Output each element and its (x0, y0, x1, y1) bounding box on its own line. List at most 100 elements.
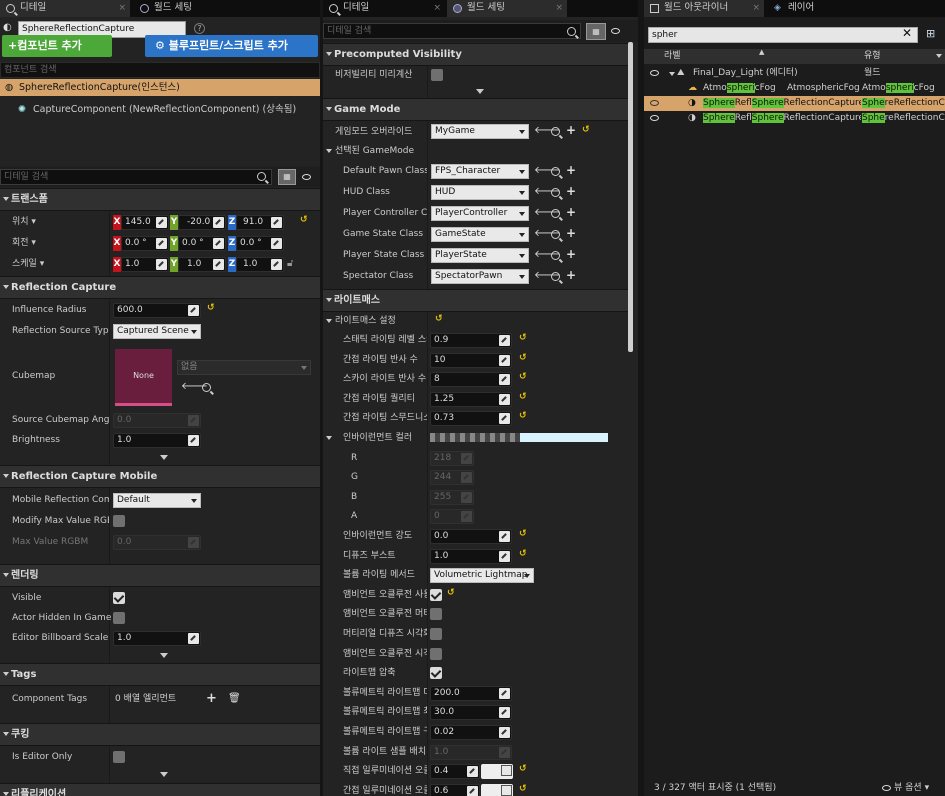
world-search-input[interactable]: 디테일 검색 (323, 23, 581, 39)
category-precomputed[interactable]: Precomputed Visibility (323, 43, 628, 66)
indirect-bounces-field[interactable]: 10 (430, 352, 512, 368)
gamemode-class-dropdown[interactable]: HUD (431, 185, 529, 200)
scale-label[interactable]: 스케일 ▾ (12, 254, 44, 275)
component-search-input[interactable]: 컴포넌트 검색 (0, 62, 320, 78)
browse-icon[interactable] (202, 383, 211, 392)
add-blueprint-button[interactable]: ⚙ 블루프린트/스크립트 추가 (145, 35, 318, 57)
plus-icon[interactable]: + (566, 248, 576, 260)
column-type-header[interactable]: 유형 (864, 49, 881, 64)
reset-arrow-icon[interactable]: ↺ (519, 333, 527, 343)
visible-checkbox[interactable] (113, 592, 125, 604)
plus-icon[interactable]: + (566, 227, 576, 239)
editor-only-checkbox[interactable] (113, 751, 125, 763)
help-icon[interactable]: ? (194, 23, 205, 34)
outliner-row-sphere[interactable]: ◑ SphereReflSphereReflectionCapture Sphe… (644, 111, 945, 126)
category-lightmass[interactable]: 라이트매스 (323, 289, 628, 312)
visualize-material-diffuse-checkbox[interactable] (430, 628, 442, 640)
env-color-b-field[interactable]: 255 (430, 489, 474, 505)
scale-z-field[interactable]: 1.0 (236, 257, 284, 272)
eye-icon[interactable] (650, 100, 659, 106)
plus-icon[interactable]: + (566, 124, 576, 136)
category-game-mode[interactable]: Game Mode (323, 98, 628, 121)
browse-icon[interactable] (551, 127, 560, 136)
scale-x-field[interactable]: 1.0 (121, 257, 169, 272)
precompute-visibility-checkbox[interactable] (431, 69, 443, 81)
compress-lightmaps-checkbox[interactable] (430, 667, 442, 680)
close-icon[interactable]: × (555, 0, 563, 16)
eye-icon[interactable] (302, 174, 311, 180)
reset-arrow-icon[interactable]: ↺ (582, 125, 590, 135)
outliner-search-input[interactable]: spher (648, 27, 918, 43)
env-intensity-field[interactable]: 0.0 (430, 529, 512, 544)
location-x-field[interactable]: 145.0 (121, 215, 169, 230)
indirect-occlusion-slider[interactable] (481, 783, 513, 796)
close-icon[interactable]: × (118, 0, 126, 16)
env-color-r-field[interactable]: 218 (430, 450, 474, 466)
sky-bounces-field[interactable]: 8 (430, 372, 512, 388)
volume-lighting-method-dropdown[interactable]: Volumetric Lightmap (430, 568, 534, 584)
component-root-item[interactable]: ◍ SphereReflectionCapture(인스턴스) (0, 79, 320, 96)
browse-icon[interactable] (551, 188, 560, 197)
volumetric-detail-cell-field[interactable]: 200.0 (430, 685, 512, 701)
add-folder-icon[interactable]: ⊞ (926, 28, 935, 39)
close-icon[interactable]: × (433, 0, 441, 16)
rotation-x-field[interactable]: 0.0 ° (121, 236, 169, 251)
influence-radius-field[interactable]: 600.0 (113, 303, 201, 318)
rotation-y-field[interactable]: 0.0 ° (178, 236, 226, 251)
reset-arrow-icon[interactable]: ↺ (519, 549, 527, 559)
clear-icon[interactable]: ✕ (902, 27, 912, 39)
eye-icon[interactable] (650, 70, 659, 76)
modify-max-checkbox[interactable] (113, 515, 125, 527)
vertical-scrollbar[interactable] (628, 42, 633, 352)
reset-arrow-icon[interactable]: ↺ (519, 392, 527, 402)
reset-arrow-icon[interactable]: ↺ (207, 303, 215, 313)
component-child-item[interactable]: ✺ CaptureComponent (NewReflectionCompone… (18, 102, 318, 118)
gamemode-class-dropdown[interactable]: PlayerController (431, 206, 529, 221)
browse-icon[interactable] (551, 209, 560, 218)
plus-icon[interactable]: + (566, 185, 576, 197)
advanced-expander[interactable] (0, 453, 320, 462)
env-color-swatch[interactable] (520, 433, 608, 442)
volumetric-sphere-radius-field[interactable]: 0.02 (430, 725, 512, 740)
gamemode-class-dropdown[interactable]: SpectatorPawn (431, 269, 529, 284)
tab-details[interactable]: 디테일 × (323, 0, 445, 17)
category-tags[interactable]: Tags (0, 663, 320, 686)
gamemode-class-dropdown[interactable]: FPS_Character (431, 164, 529, 179)
rotation-label[interactable]: 회전 ▾ (12, 233, 36, 254)
category-reflection-mobile[interactable]: Reflection Capture Mobile (0, 465, 320, 488)
gamemode-override-dropdown[interactable]: MyGame (431, 124, 529, 139)
use-ambient-occlusion-checkbox[interactable] (430, 588, 442, 601)
trash-icon[interactable]: 🗑︎ (228, 694, 241, 704)
category-transform[interactable]: 트랜스폼 (0, 188, 320, 211)
reset-arrow-icon[interactable]: ↺ (519, 353, 527, 363)
ao-material-checkbox[interactable] (430, 608, 442, 621)
grid-icon[interactable]: ▦ (278, 169, 296, 185)
brightness-field[interactable]: 1.0 (113, 433, 201, 448)
diffuse-boost-field[interactable]: 1.0 (430, 548, 512, 564)
browse-icon[interactable] (551, 167, 560, 176)
tab-world-settings[interactable]: 월드 세팅 (134, 0, 244, 17)
direct-occlusion-slider[interactable] (481, 764, 513, 780)
direct-occlusion-field[interactable]: 0.4 (430, 764, 480, 780)
env-color-alpha-swatch[interactable] (430, 433, 520, 442)
outliner-row-world[interactable]: ⛰ Final_Day_Light (에디터) 월드 (644, 66, 945, 81)
browse-icon[interactable] (551, 230, 560, 239)
volumetric-max-brick-field[interactable]: 30.0 (430, 705, 512, 721)
mobile-reflection-dropdown[interactable]: Default (113, 493, 201, 508)
env-color-a-field[interactable]: 0 (430, 509, 474, 525)
grid-icon[interactable]: ▦ (586, 23, 606, 40)
reset-arrow-icon[interactable]: ↺ (300, 215, 308, 225)
reset-arrow-icon[interactable]: ↺ (519, 411, 527, 421)
env-color-g-field[interactable]: 244 (430, 470, 474, 486)
gamemode-class-dropdown[interactable]: PlayerState (431, 248, 529, 263)
browse-icon[interactable] (551, 251, 560, 260)
indirect-occlusion-field[interactable]: 0.6 (430, 783, 480, 796)
source-angle-field[interactable]: 0.0 (113, 413, 201, 428)
location-label[interactable]: 위치 ▾ (12, 212, 36, 233)
billboard-scale-field[interactable]: 1.0 (113, 631, 201, 646)
browse-icon[interactable] (551, 272, 560, 281)
eye-icon[interactable] (611, 28, 620, 34)
chevron-down-icon[interactable] (936, 54, 942, 58)
cubemap-thumbnail[interactable]: None (115, 349, 172, 406)
plus-icon[interactable]: + (566, 164, 576, 176)
